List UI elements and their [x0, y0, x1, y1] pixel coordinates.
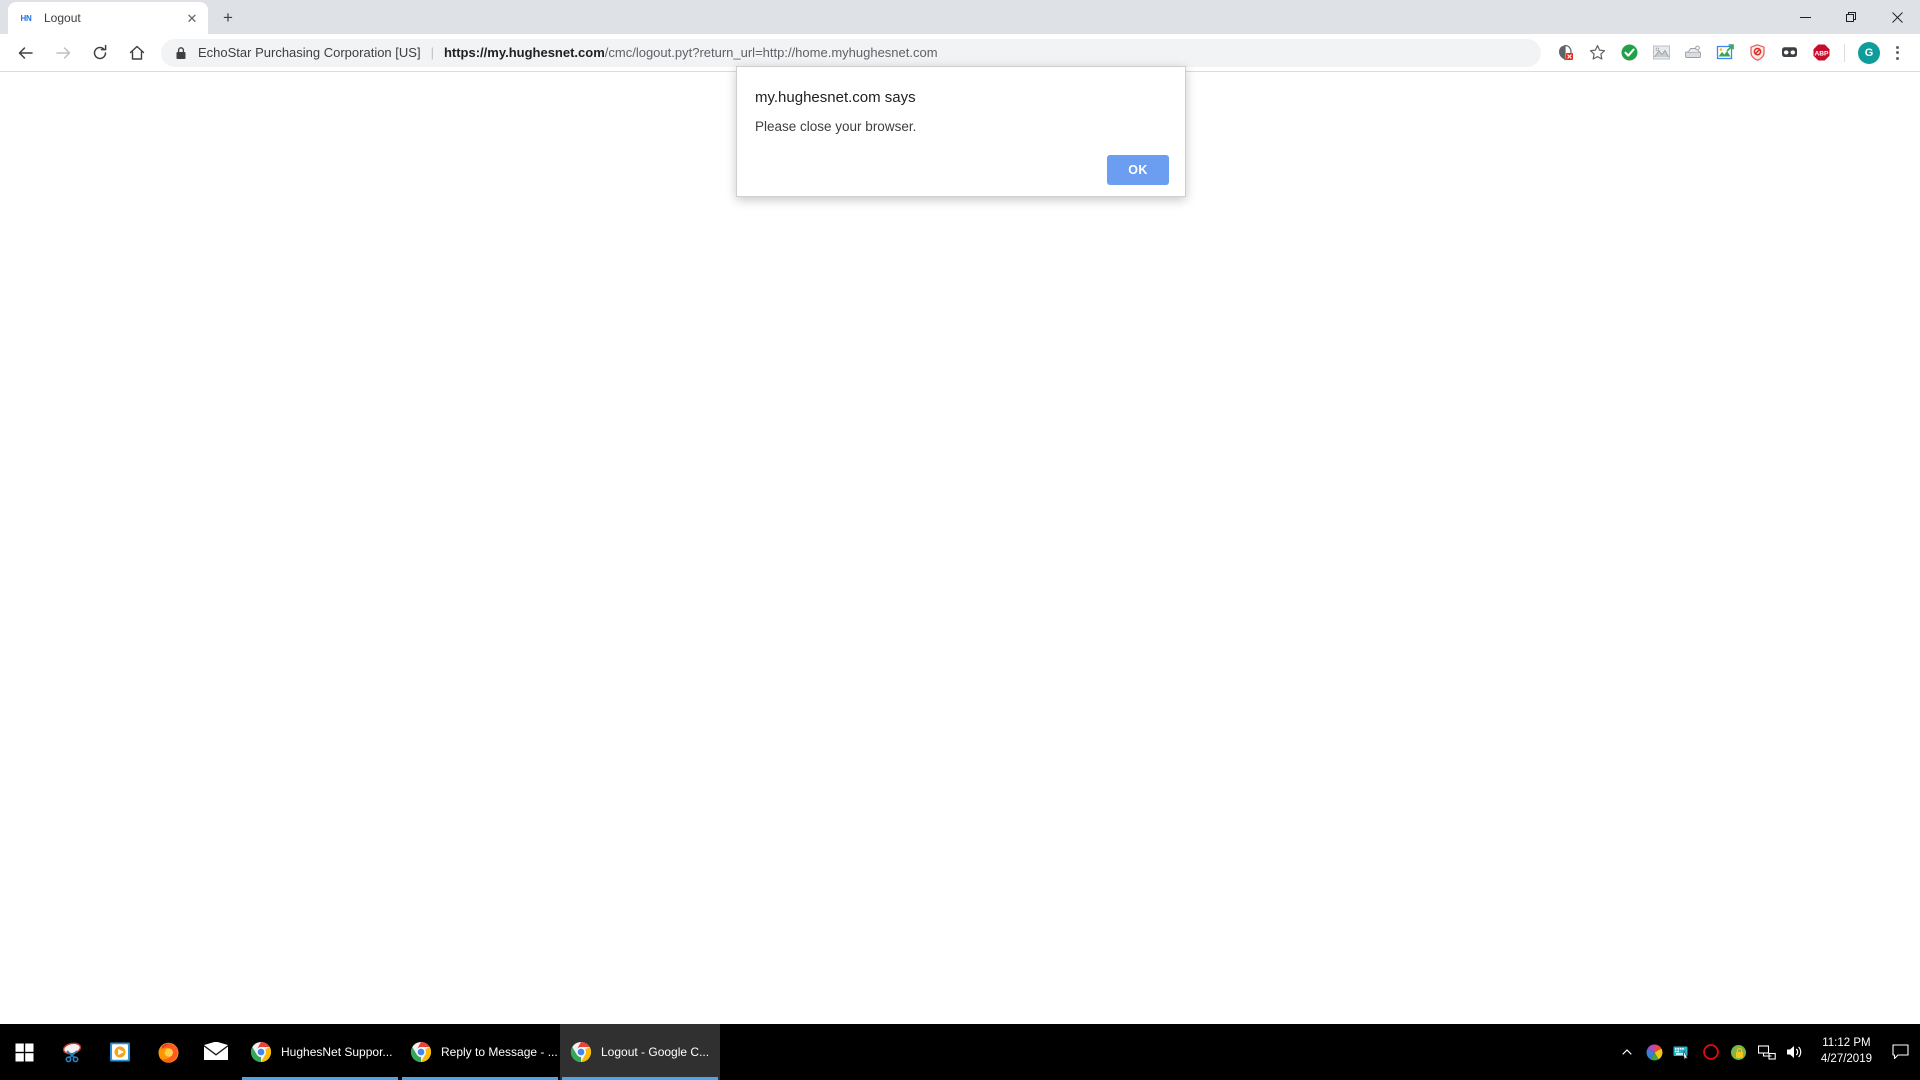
tab-title: Logout: [44, 11, 81, 25]
chrome-menu-icon[interactable]: [1886, 40, 1908, 66]
taskbar-window-hughesnet-support[interactable]: HughesNet Suppor...: [240, 1024, 400, 1080]
toolbar-divider: [1844, 43, 1845, 62]
url-path: /cmc/logout.pyt?return_url=http://home.m…: [604, 45, 938, 60]
cookie-blocked-icon[interactable]: [1552, 40, 1578, 66]
windows-taskbar: HughesNet Suppor... Reply to Message - .…: [0, 1024, 1920, 1080]
hughesnet-favicon: HN: [18, 10, 34, 26]
volume-tray-icon[interactable]: [1781, 1024, 1809, 1080]
new-tab-button[interactable]: +: [214, 4, 242, 32]
security-lock-tray-icon[interactable]: [1725, 1024, 1753, 1080]
adblock-plus-icon[interactable]: ABP: [1808, 40, 1834, 66]
opera-tray-icon[interactable]: [1697, 1024, 1725, 1080]
window-controls: [1782, 0, 1920, 34]
minimize-window-button[interactable]: [1782, 0, 1828, 34]
close-tab-icon[interactable]: ✕: [184, 10, 200, 26]
action-center-icon[interactable]: [1884, 1024, 1916, 1080]
tab-strip: HN Logout ✕ +: [0, 0, 1920, 34]
dialog-title: my.hughesnet.com says: [755, 89, 916, 106]
back-arrow-icon[interactable]: [10, 37, 42, 69]
extensions-area: ABP G: [1549, 34, 1920, 72]
snipping-tool-icon[interactable]: [48, 1024, 96, 1080]
dialog-ok-button[interactable]: OK: [1107, 155, 1169, 185]
profile-avatar[interactable]: G: [1858, 41, 1880, 64]
home-icon[interactable]: [121, 37, 153, 69]
taskbar-window-label: HughesNet Suppor...: [281, 1045, 393, 1059]
windows-start-button[interactable]: [0, 1024, 48, 1080]
clock-time: 11:12 PM: [1822, 1037, 1871, 1050]
lock-icon: [175, 46, 189, 60]
clock-date: 4/27/2019: [1820, 1053, 1872, 1065]
color-wheel-tray-icon[interactable]: [1641, 1024, 1669, 1080]
screenshot-extension-icon[interactable]: [1712, 40, 1738, 66]
bookmark-star-icon[interactable]: [1584, 40, 1610, 66]
url-domain: https://my.hughesnet.com: [443, 45, 605, 60]
taskbar-window-logout-chrome[interactable]: Logout - Google C...: [560, 1024, 720, 1080]
chrome-icon: [250, 1041, 272, 1063]
show-hidden-icons-chevron[interactable]: [1613, 1024, 1641, 1080]
red-shield-blocker-icon[interactable]: [1744, 40, 1770, 66]
url-text: https://my.hughesnet.com/cmc/logout.pyt?…: [444, 45, 938, 60]
network-tray-icon[interactable]: [1753, 1024, 1781, 1080]
page-viewport: [0, 72, 1920, 1024]
taskbar-window-label: Reply to Message - ...: [441, 1045, 558, 1059]
chrome-icon: [410, 1041, 432, 1063]
reload-icon[interactable]: [84, 37, 116, 69]
omnibox-separator: |: [430, 45, 434, 60]
svg-text:ABP: ABP: [1814, 50, 1829, 57]
taskbar-window-label: Logout - Google C...: [601, 1045, 710, 1059]
address-bar[interactable]: EchoStar Purchasing Corporation [US] | h…: [161, 38, 1541, 67]
image-extension-icon[interactable]: [1648, 40, 1674, 66]
mail-icon[interactable]: [192, 1024, 240, 1080]
taskbar-window-reply-to-message[interactable]: Reply to Message - ...: [400, 1024, 560, 1080]
green-check-extension-icon[interactable]: [1616, 40, 1642, 66]
chrome-icon: [570, 1041, 592, 1063]
close-window-button[interactable]: [1874, 0, 1920, 34]
ghostery-mask-icon[interactable]: [1776, 40, 1802, 66]
restore-window-button[interactable]: [1828, 0, 1874, 34]
site-identity-label: EchoStar Purchasing Corporation [US]: [198, 45, 421, 60]
forward-arrow-icon: [47, 37, 79, 69]
dialog-message: Please close your browser.: [755, 119, 917, 134]
grey-stamp-extension-icon[interactable]: [1680, 40, 1706, 66]
taskbar-clock[interactable]: 11:12 PM 4/27/2019: [1809, 1024, 1884, 1080]
browser-tab-logout[interactable]: HN Logout ✕: [8, 2, 208, 34]
movies-and-tv-icon[interactable]: [96, 1024, 144, 1080]
system-tray: 11:12 PM 4/27/2019: [1613, 1024, 1920, 1080]
javascript-alert-dialog: my.hughesnet.com says Please close your …: [736, 66, 1186, 197]
firefox-icon[interactable]: [144, 1024, 192, 1080]
browser-window: HN Logout ✕ + EchoStar Purchasing Corpor…: [0, 0, 1920, 1024]
keyboard-tray-icon[interactable]: [1669, 1024, 1697, 1080]
